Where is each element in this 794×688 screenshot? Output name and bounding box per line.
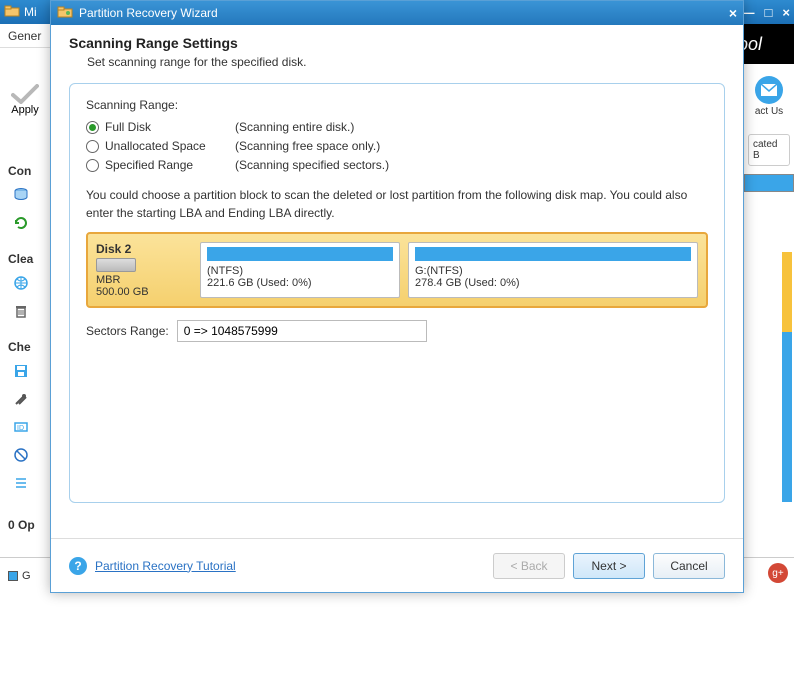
dialog-header: Scanning Range Settings Set scanning ran… bbox=[51, 25, 743, 83]
panel-title: Scanning Range: bbox=[86, 98, 708, 112]
sidebar-section-check: Che bbox=[8, 340, 46, 354]
bg-close-button[interactable]: × bbox=[782, 5, 790, 20]
bg-maximize-button[interactable]: □ bbox=[765, 5, 773, 20]
list-icon[interactable] bbox=[10, 472, 32, 494]
partition-block-1[interactable]: (NTFS) 221.6 GB (Used: 0%) bbox=[200, 242, 400, 298]
radio-desc: (Scanning free space only.) bbox=[235, 139, 380, 153]
radio-specified-range[interactable]: Specified Range (Scanning specified sect… bbox=[86, 158, 708, 172]
dialog-title: Partition Recovery Wizard bbox=[79, 6, 218, 20]
dialog-subheading: Set scanning range for the specified dis… bbox=[87, 55, 725, 69]
sidebar-section-convert: Con bbox=[8, 164, 46, 178]
radio-icon bbox=[86, 140, 99, 153]
legend-label: G bbox=[22, 570, 31, 582]
dialog-footer: ? Partition Recovery Tutorial < Back Nex… bbox=[51, 538, 743, 592]
radio-desc: (Scanning entire disk.) bbox=[235, 120, 354, 134]
dialog-titlebar: Partition Recovery Wizard × bbox=[51, 1, 743, 25]
partition-block-2[interactable]: G:(NTFS) 278.4 GB (Used: 0%) bbox=[408, 242, 698, 298]
bg-right-column: cated B bbox=[744, 66, 794, 192]
apply-button[interactable]: Apply bbox=[0, 72, 50, 128]
tutorial-link[interactable]: Partition Recovery Tutorial bbox=[95, 559, 236, 573]
radio-label: Unallocated Space bbox=[105, 139, 235, 153]
trash-icon[interactable] bbox=[10, 300, 32, 322]
partition-label: G:(NTFS) bbox=[415, 265, 691, 277]
refresh-icon[interactable] bbox=[10, 212, 32, 234]
disk-map: Disk 2 MBR 500.00 GB (NTFS) 221.6 GB (Us… bbox=[86, 232, 708, 308]
radio-full-disk[interactable]: Full Disk (Scanning entire disk.) bbox=[86, 120, 708, 134]
checkmark-icon bbox=[11, 84, 39, 104]
svg-text:ID: ID bbox=[17, 425, 24, 432]
sectors-range-row: Sectors Range: bbox=[86, 320, 708, 342]
radio-label: Specified Range bbox=[105, 158, 235, 172]
bg-title-text: Mi bbox=[24, 5, 37, 19]
radio-icon bbox=[86, 159, 99, 172]
next-button[interactable]: Next > bbox=[573, 553, 645, 579]
hard-disk-icon bbox=[96, 258, 136, 272]
radio-unallocated-space[interactable]: Unallocated Space (Scanning free space o… bbox=[86, 139, 708, 153]
disk-size: 500.00 GB bbox=[96, 286, 192, 298]
partition-strip bbox=[782, 332, 792, 502]
app-icon bbox=[4, 4, 20, 20]
radio-label: Full Disk bbox=[105, 120, 235, 134]
dialog-heading: Scanning Range Settings bbox=[69, 35, 725, 51]
disk-info[interactable]: Disk 2 MBR 500.00 GB bbox=[96, 242, 192, 298]
help-icon[interactable]: ? bbox=[69, 557, 87, 575]
sidebar-section-clean: Clea bbox=[8, 252, 46, 266]
disk-icon[interactable] bbox=[10, 184, 32, 206]
partition-usage-bar bbox=[207, 247, 393, 261]
disk-type: MBR bbox=[96, 274, 192, 286]
right-usage-bar bbox=[744, 174, 794, 192]
sectors-input[interactable] bbox=[177, 320, 427, 342]
scanning-range-panel: Scanning Range: Full Disk (Scanning enti… bbox=[69, 83, 725, 503]
partition-usage-bar bbox=[415, 247, 691, 261]
save-icon[interactable] bbox=[10, 360, 32, 382]
globe-icon[interactable] bbox=[10, 272, 32, 294]
cancel-button[interactable]: Cancel bbox=[653, 553, 725, 579]
google-plus-icon[interactable]: g+ bbox=[768, 563, 788, 583]
right-info-chunk: cated B bbox=[748, 134, 790, 166]
legend-square bbox=[8, 571, 18, 581]
partition-label: (NTFS) bbox=[207, 265, 393, 277]
forbidden-icon[interactable] bbox=[10, 444, 32, 466]
instructions-text: You could choose a partition block to sc… bbox=[86, 186, 708, 222]
sectors-label: Sectors Range: bbox=[86, 324, 169, 338]
bg-menu-item[interactable]: Gener bbox=[8, 29, 41, 43]
operations-count: 0 Op bbox=[8, 518, 46, 532]
partition-recovery-wizard-dialog: Partition Recovery Wizard × Scanning Ran… bbox=[50, 0, 744, 593]
partition-info: 278.4 GB (Used: 0%) bbox=[415, 277, 691, 289]
dialog-close-button[interactable]: × bbox=[729, 5, 737, 21]
partition-info: 221.6 GB (Used: 0%) bbox=[207, 277, 393, 289]
radio-desc: (Scanning specified sectors.) bbox=[235, 158, 389, 172]
dialog-body: Scanning Range: Full Disk (Scanning enti… bbox=[51, 83, 743, 538]
back-button[interactable]: < Back bbox=[493, 553, 565, 579]
wizard-icon bbox=[57, 5, 73, 21]
bg-sidebar: Con Clea Che ID 0 Op bbox=[0, 148, 50, 688]
id-icon[interactable]: ID bbox=[10, 416, 32, 438]
disk-name: Disk 2 bbox=[96, 242, 192, 256]
tools-icon[interactable] bbox=[10, 388, 32, 410]
radio-icon bbox=[86, 121, 99, 134]
